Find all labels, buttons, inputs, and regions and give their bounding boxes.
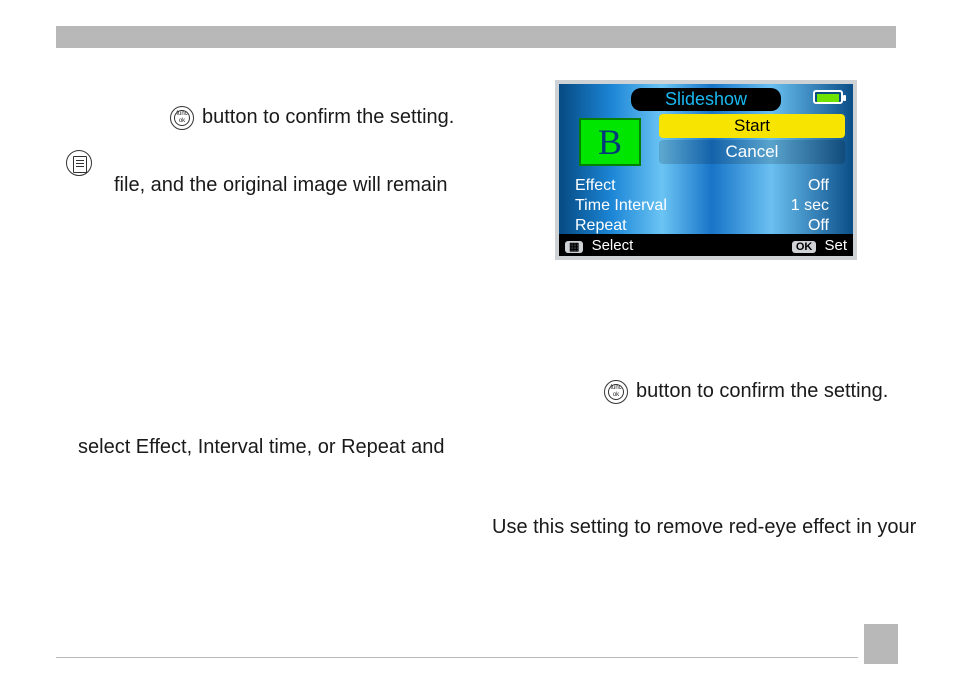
func-label-top: func — [171, 111, 193, 117]
footer-select-text: Select — [592, 237, 634, 254]
footer-ok-icon: OK — [792, 241, 817, 253]
instruction-text-1: button to confirm the setting. — [202, 106, 454, 129]
instruction-text-2: file, and the original image will remain — [114, 174, 448, 197]
instruction-text-3: button to confirm the setting. — [636, 380, 888, 403]
camera-footer: ▦ Select OK Set — [559, 234, 853, 256]
instruction-text-5: Use this setting to remove red-eye effec… — [492, 516, 916, 539]
setting-label: Repeat — [575, 217, 627, 235]
page-number-block — [864, 624, 898, 664]
slideshow-setting-row[interactable]: Time Interval 1 sec — [573, 196, 833, 216]
setting-label: Effect — [575, 177, 616, 195]
camera-lcd-slideshow: Slideshow B Start Cancel Effect Off Time… — [555, 80, 857, 260]
footer-rule — [56, 657, 858, 658]
func-label-bottom: ok — [171, 118, 193, 124]
header-bar — [56, 26, 896, 48]
setting-value: Off — [808, 177, 829, 195]
func-ok-icon: func ok — [170, 106, 194, 130]
func-label-top: func — [605, 385, 627, 391]
setting-label: Time Interval — [575, 197, 667, 215]
battery-icon — [813, 90, 843, 104]
slideshow-cancel-option[interactable]: Cancel — [659, 140, 845, 164]
func-label-bottom: ok — [605, 392, 627, 398]
camera-title: Slideshow — [631, 88, 781, 111]
setting-value: 1 sec — [791, 197, 829, 215]
slideshow-start-option[interactable]: Start — [659, 114, 845, 138]
footer-set-text: Set — [824, 237, 847, 254]
instruction-text-4: select Effect, Interval time, or Repeat … — [78, 436, 444, 459]
setting-value: Off — [808, 217, 829, 235]
note-icon — [66, 150, 92, 176]
slideshow-setting-row[interactable]: Repeat Off — [573, 216, 833, 236]
slideshow-setting-row[interactable]: Effect Off — [573, 176, 833, 196]
thumbnail-b: B — [579, 118, 641, 166]
footer-select-icon: ▦ — [565, 241, 583, 253]
func-ok-icon: func ok — [604, 380, 628, 404]
